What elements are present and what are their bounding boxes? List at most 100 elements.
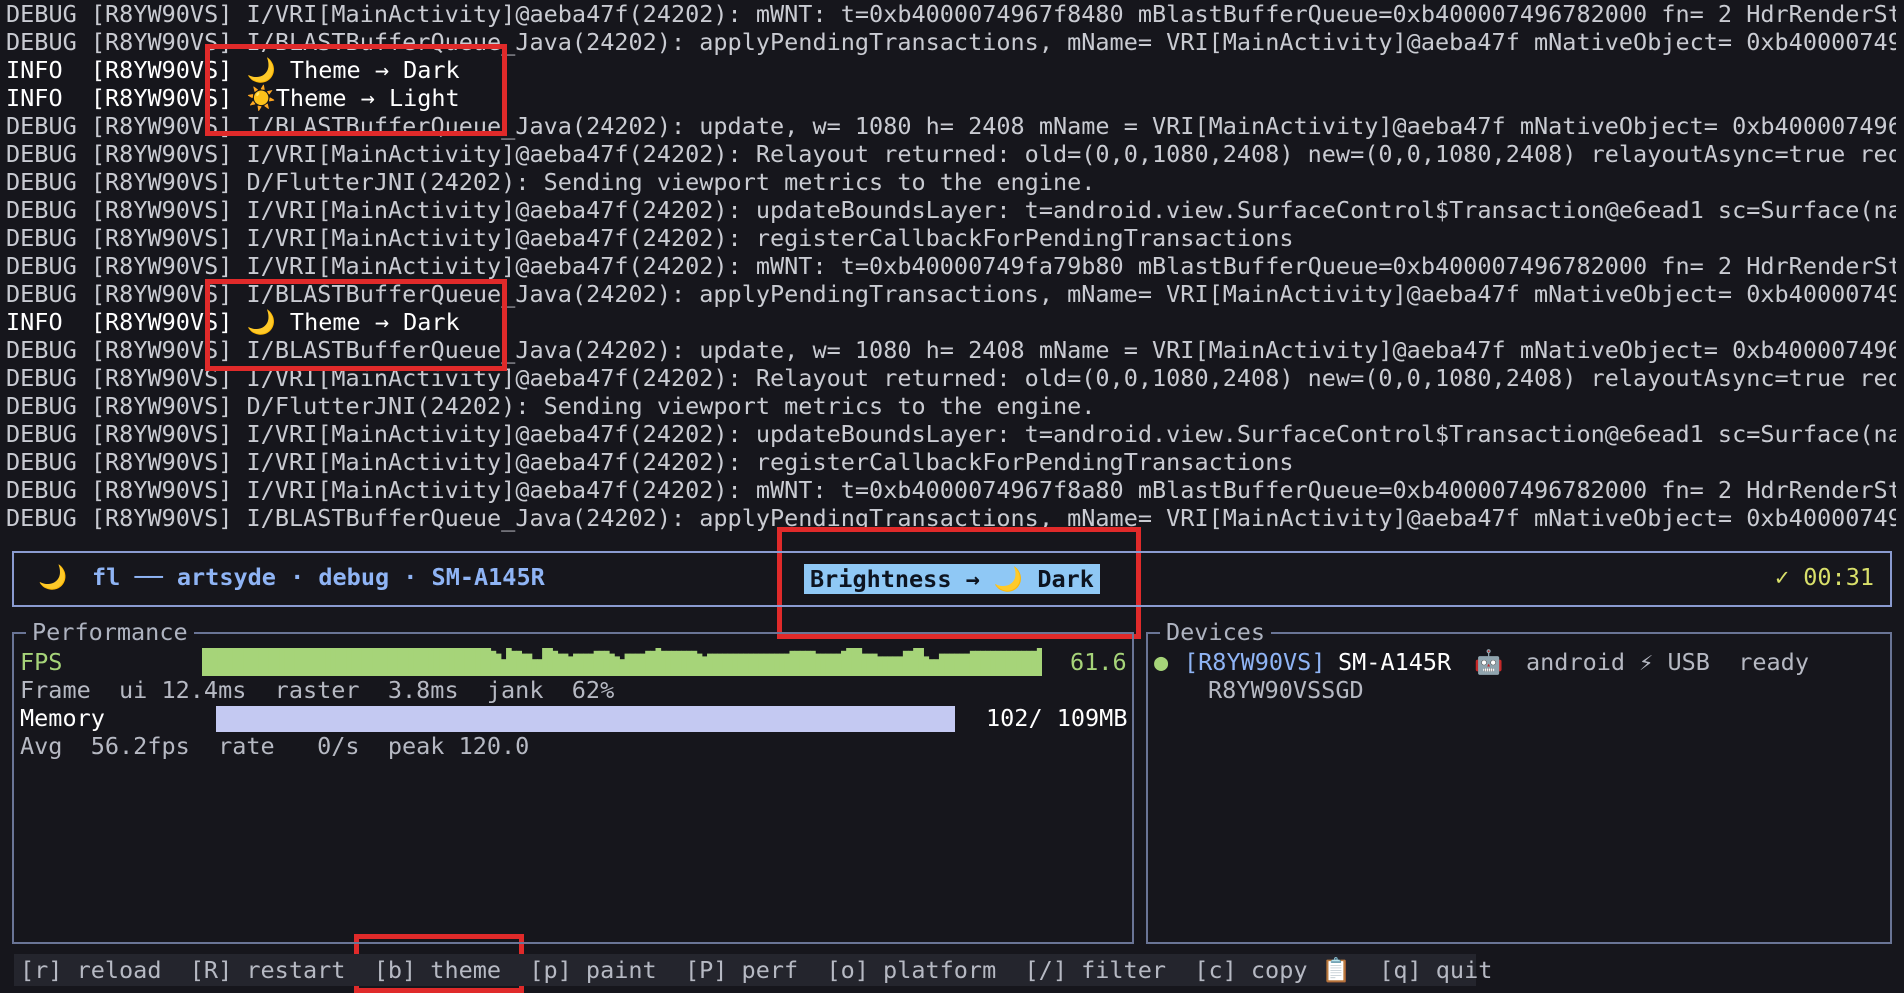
fps-bar: [737, 653, 744, 676]
fps-bar: [660, 650, 667, 676]
frame-timing: Frame ui 12.4ms raster 3.8ms jank 62%: [20, 676, 615, 704]
fps-label: FPS: [20, 648, 63, 676]
avg-stats: Avg 56.2fps rate 0/s peak 120.0: [20, 732, 530, 760]
fps-bar: [959, 653, 966, 676]
fps-bar: [841, 650, 847, 676]
fps-bar: [531, 659, 538, 676]
fps-bar: [567, 656, 574, 676]
performance-panel: Performance FPS 61.6 Frame ui 12.4ms ras…: [12, 618, 1134, 944]
fps-bar: [743, 653, 749, 676]
fps-bar: [274, 648, 280, 676]
fps-bar: [732, 653, 739, 676]
fps-bar: [356, 648, 363, 676]
fps-bar: [428, 648, 435, 676]
status-dot-icon: ●: [1154, 648, 1169, 676]
fps-bar: [299, 648, 306, 676]
fps-bar: [609, 653, 615, 676]
fps-bar: [423, 648, 430, 676]
fps-bar: [248, 648, 255, 676]
fps-bar: [573, 653, 579, 676]
fps-bar: [547, 648, 553, 676]
fps-bar: [877, 656, 883, 676]
fps-bar: [232, 648, 239, 676]
fps-bar: [954, 653, 961, 676]
fps-bar: [469, 648, 476, 676]
fps-bar: [402, 648, 409, 676]
memory-bar: [216, 706, 956, 732]
fps-bar: [691, 650, 698, 676]
fps-bar: [433, 648, 440, 676]
fps-bar: [1005, 650, 1012, 676]
fps-bar: [629, 653, 636, 676]
fps-bar: [897, 656, 904, 676]
fps-bar: [810, 650, 816, 676]
fps-bar: [882, 656, 888, 676]
fps-bar: [202, 648, 208, 676]
fps-bar: [238, 648, 244, 676]
log-line: DEBUG [R8YW90VS] I/VRI[MainActivity]@aeb…: [6, 448, 1294, 476]
fps-bar: [933, 659, 940, 676]
fps-bar: [253, 648, 260, 676]
fps-bar: [289, 648, 296, 676]
fps-bar: [748, 653, 754, 676]
fps-bar: [315, 648, 322, 676]
fps-bar: [536, 659, 543, 676]
fps-bar: [944, 653, 950, 676]
keybinding-bar: [r] reload [R] restart [b] theme [p] pai…: [20, 956, 1493, 984]
fps-bar: [382, 648, 389, 676]
log-line: DEBUG [R8YW90VS] I/VRI[MainActivity]@aeb…: [6, 0, 1896, 28]
fps-bar: [835, 653, 842, 676]
fps-bar: [212, 648, 218, 676]
fps-bar: [964, 653, 971, 676]
memory-value: 102/ 109MB: [986, 704, 1128, 732]
fps-bar: [923, 656, 930, 676]
fps-bar: [222, 648, 229, 676]
fps-bar: [227, 648, 234, 676]
fps-bar: [722, 653, 729, 676]
fps-bar: [825, 653, 832, 676]
fps-bar: [676, 650, 682, 676]
fps-bar: [511, 650, 517, 676]
fps-bar: [320, 648, 327, 676]
device-platform: android ⚡ USB ready: [1526, 648, 1809, 676]
fps-bar: [464, 648, 471, 676]
fps-bar: [449, 648, 456, 676]
status-bar: 🌙 fl ── artsyde · debug · SM-A145R Brigh…: [12, 551, 1892, 607]
fps-bar: [727, 653, 734, 676]
fps-bar: [207, 648, 213, 676]
log-line: DEBUG [R8YW90VS] I/VRI[MainActivity]@aeb…: [6, 252, 1896, 280]
fps-bar: [1021, 650, 1028, 676]
fps-bar: [804, 650, 811, 676]
fps-bar: [938, 653, 945, 676]
highlight-box-theme-dark: [205, 279, 507, 371]
fps-bar: [768, 653, 775, 676]
fps-bar: [815, 653, 821, 676]
fps-bar: [774, 653, 780, 676]
fps-bar: [1036, 648, 1042, 676]
fps-value: 61.6: [1070, 648, 1127, 676]
fps-bar: [366, 648, 373, 676]
fps-bar: [640, 653, 646, 676]
fps-bar: [1031, 650, 1038, 676]
fps-bar: [913, 648, 919, 676]
fps-bar: [851, 648, 857, 676]
fps-bar: [619, 659, 626, 676]
fps-bar: [557, 653, 564, 676]
fps-bar: [846, 648, 852, 676]
fps-bar: [459, 648, 466, 676]
device-id: [R8YW90VS]: [1184, 648, 1326, 676]
fps-bar: [258, 648, 265, 676]
fps-bar: [707, 653, 713, 676]
fps-bar: [990, 650, 997, 676]
fps-bar: [372, 648, 378, 676]
devices-title: Devices: [1160, 618, 1272, 646]
fps-bar: [928, 659, 935, 676]
fps-bar: [634, 653, 641, 676]
device-serial: R8YW90VSSGD: [1208, 676, 1364, 704]
fps-bar: [500, 659, 507, 676]
fps-bar: [1000, 650, 1007, 676]
fps-bar: [784, 653, 790, 676]
fps-bar: [588, 653, 595, 676]
fps-bar: [820, 653, 827, 676]
fps-bar: [902, 650, 909, 676]
